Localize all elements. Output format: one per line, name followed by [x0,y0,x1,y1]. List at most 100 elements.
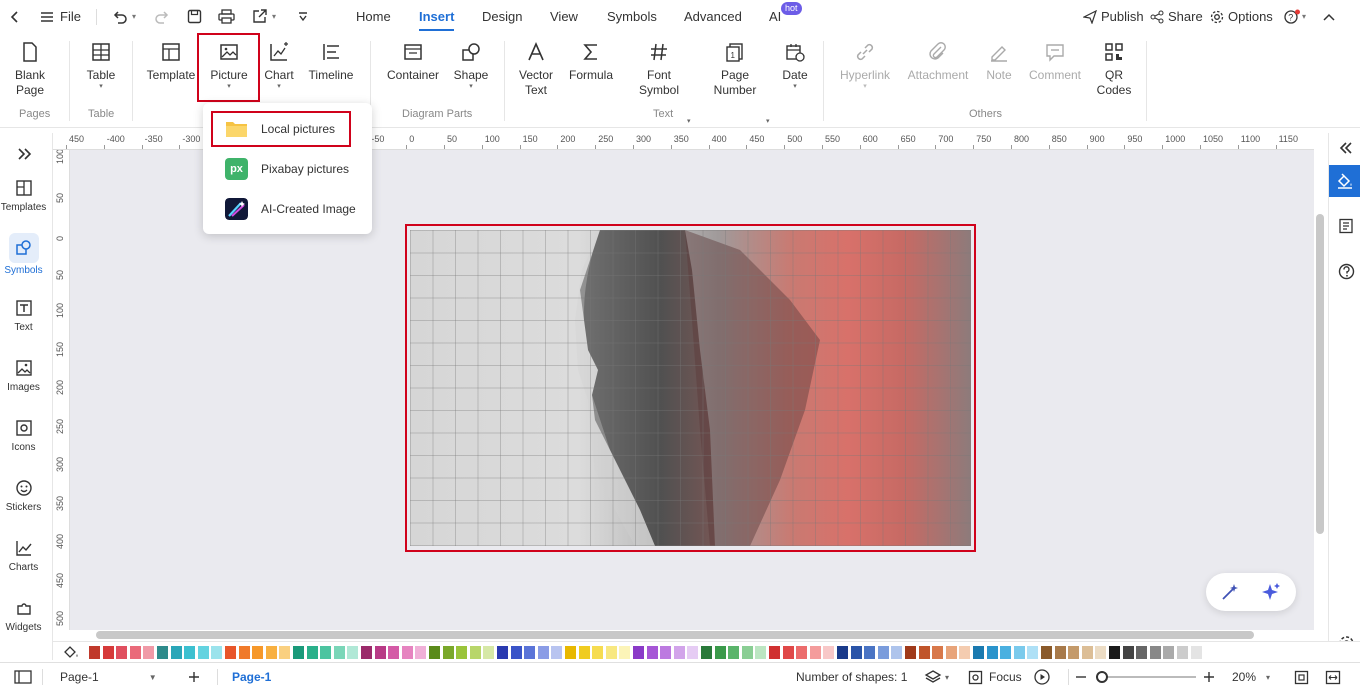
color-swatch[interactable] [306,646,318,659]
color-swatch[interactable] [184,646,196,659]
sidebar-item-templates[interactable]: Templates [0,179,47,213]
shape-button[interactable]: Shape ▾ [452,41,490,91]
color-swatch[interactable] [129,646,141,659]
color-swatch[interactable] [660,646,672,659]
color-swatch[interactable] [1041,646,1052,659]
color-swatch[interactable] [1013,646,1025,659]
color-swatch[interactable] [483,646,495,659]
page-properties-icon[interactable] [1338,218,1354,237]
color-swatch[interactable] [1027,646,1039,659]
color-swatch[interactable] [252,646,264,659]
color-swatch[interactable] [279,646,291,659]
horizontal-scrollbar[interactable] [96,631,1254,639]
color-swatch[interactable] [918,646,930,659]
page-selector[interactable]: Page-1 ▼ [60,663,157,691]
color-swatch[interactable] [864,646,876,659]
color-swatch[interactable] [1163,646,1175,659]
color-swatch[interactable] [578,646,590,659]
add-page-button[interactable] [188,663,200,691]
file-menu[interactable]: File [40,0,81,33]
color-swatch[interactable] [102,646,114,659]
hyperlink-button[interactable]: Hyperlink ▾ [838,41,892,91]
color-swatch[interactable] [537,646,549,659]
date-button[interactable]: Date ▾ [780,41,810,91]
color-swatch[interactable] [388,646,400,659]
color-swatch[interactable] [238,646,250,659]
color-swatch[interactable] [429,646,440,659]
color-swatch[interactable] [157,646,168,659]
focus-button[interactable]: Focus [968,663,1022,691]
color-swatch[interactable] [1054,646,1066,659]
color-swatch[interactable] [89,646,100,659]
color-swatch[interactable] [333,646,345,659]
color-swatch[interactable] [320,646,332,659]
color-swatch[interactable] [891,646,903,659]
color-swatch[interactable] [850,646,862,659]
color-swatch[interactable] [619,646,631,659]
formula-button[interactable]: Formula [566,41,616,83]
print-icon[interactable] [218,0,235,33]
tab-insert[interactable]: Insert [419,0,455,33]
color-swatch[interactable] [932,646,944,659]
color-swatch[interactable] [170,646,182,659]
save-icon[interactable] [187,0,202,33]
color-swatch[interactable] [714,646,726,659]
color-swatch[interactable] [415,646,427,659]
undo-icon[interactable]: ▾ [112,0,136,33]
color-swatch[interactable] [524,646,536,659]
publish-button[interactable]: Publish [1083,0,1144,33]
sidebar-item-images[interactable]: Images [0,359,47,393]
color-swatch[interactable] [510,646,522,659]
color-swatch[interactable] [143,646,155,659]
color-swatch[interactable] [1190,646,1202,659]
note-button[interactable]: Note [983,41,1015,83]
menu-item-ai-created-image[interactable]: AI-Created Image [203,189,372,229]
color-swatch[interactable] [633,646,644,659]
redo-icon[interactable] [154,0,170,33]
color-swatch[interactable] [945,646,957,659]
color-swatch[interactable] [361,646,372,659]
color-swatch[interactable] [442,646,454,659]
zoom-slider[interactable] [1096,663,1196,691]
color-swatch[interactable] [741,646,753,659]
color-swatch[interactable] [755,646,767,659]
layers-button[interactable]: ▾ [924,663,949,691]
color-swatch[interactable] [401,646,413,659]
more-dropdown-icon[interactable] [297,0,309,33]
zoom-level-select[interactable]: 20% ▾ [1232,663,1270,691]
color-swatch[interactable] [986,646,998,659]
tab-ai[interactable]: AI [769,0,781,33]
color-swatch[interactable] [211,646,223,659]
page-panel-icon[interactable] [14,663,32,691]
ai-sparkle-icon[interactable] [1261,582,1281,605]
zoom-out-button[interactable] [1075,663,1087,691]
color-swatch[interactable] [728,646,740,659]
tab-design[interactable]: Design [482,0,522,33]
color-swatch[interactable] [1136,646,1148,659]
collapse-right-panel-icon[interactable] [1339,141,1353,158]
color-swatch[interactable] [796,646,808,659]
color-swatch[interactable] [1081,646,1093,659]
page-number-button[interactable]: 1 Page Number [710,41,760,98]
font-symbol-button[interactable]: Font Symbol [634,41,684,98]
color-swatch[interactable] [973,646,984,659]
color-swatch[interactable] [497,646,508,659]
attachment-button[interactable]: Attachment [905,41,971,83]
sidebar-item-icons[interactable]: Icons [0,419,47,453]
fill-color-icon[interactable] [63,645,81,663]
help-circle-icon[interactable] [1338,263,1355,283]
tab-symbols[interactable]: Symbols [607,0,657,33]
page-tab[interactable]: Page-1 [232,663,271,691]
fit-page-icon[interactable] [1294,663,1309,691]
color-swatch[interactable] [1095,646,1107,659]
color-swatch[interactable] [116,646,128,659]
color-swatch[interactable] [469,646,481,659]
sidebar-item-text[interactable]: Text [0,299,47,333]
tab-view[interactable]: View [550,0,578,33]
menu-item-pixabay-pictures[interactable]: px Pixabay pictures [203,149,372,189]
color-swatch[interactable] [565,646,576,659]
color-swatch[interactable] [347,646,359,659]
comment-button[interactable]: Comment [1027,41,1083,83]
template-button[interactable]: Template [146,41,196,83]
color-swatch[interactable] [809,646,821,659]
